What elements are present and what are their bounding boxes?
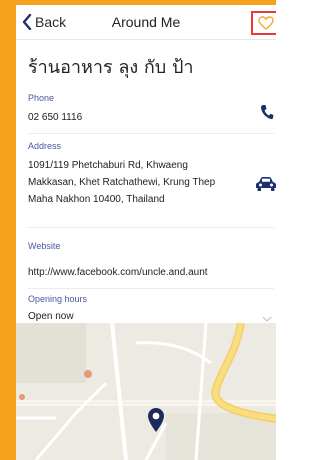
place-name: ร้านอาหาร ลุง กับ ป้า bbox=[28, 57, 194, 78]
website-label: Website bbox=[28, 241, 61, 251]
address-line-2: Makkasan, Khet Ratchathewi, Krung Thep bbox=[28, 177, 216, 188]
chevron-left-icon bbox=[22, 14, 32, 30]
nav-header: Back Around Me bbox=[16, 5, 276, 40]
phone-icon[interactable] bbox=[260, 104, 274, 125]
heart-outline-icon bbox=[258, 16, 274, 30]
divider bbox=[28, 288, 274, 289]
back-label: Back bbox=[35, 14, 67, 30]
car-icon[interactable] bbox=[256, 177, 276, 196]
divider bbox=[28, 133, 274, 134]
map-marker-icon[interactable] bbox=[148, 408, 164, 432]
frame-left-border bbox=[0, 0, 16, 460]
app-screen: Back Around Me ร้านอาหาร ลุง กับ ป้า Pho… bbox=[16, 5, 276, 460]
back-button[interactable]: Back bbox=[22, 12, 66, 32]
website-link[interactable]: http://www.facebook.com/uncle.and.aunt bbox=[28, 264, 208, 281]
address-line-3: Maha Nakhon 10400, Thailand bbox=[28, 194, 165, 205]
address-line-1: 1091/119 Phetchaburi Rd, Khwaeng bbox=[28, 160, 188, 171]
opening-hours-label: Opening hours bbox=[28, 294, 88, 304]
location-map[interactable] bbox=[16, 323, 276, 460]
map-tiles bbox=[16, 323, 276, 460]
phone-label: Phone bbox=[28, 93, 55, 103]
phone-value[interactable]: 02 650 1116 bbox=[28, 109, 82, 126]
divider bbox=[28, 227, 274, 228]
favorite-button[interactable] bbox=[251, 11, 276, 35]
address-label: Address bbox=[28, 141, 62, 151]
page-title: Around Me bbox=[111, 14, 181, 30]
